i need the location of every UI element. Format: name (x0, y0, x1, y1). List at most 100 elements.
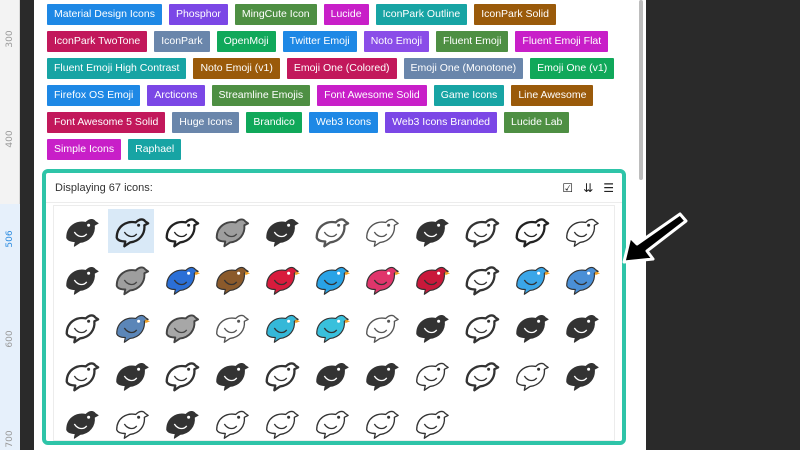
icon-set-tag[interactable]: Noto Emoji (363, 31, 430, 52)
bird-line-icon[interactable] (108, 401, 154, 440)
bird-blue-icon[interactable] (158, 257, 204, 301)
pink-bird-icon[interactable] (358, 257, 404, 301)
icon-set-tag[interactable]: Noto Emoji (v1) (193, 58, 280, 79)
icon-set-tag[interactable]: IconPark TwoTone (47, 31, 148, 52)
icon-grid (54, 206, 614, 440)
tag-row: Firefox OS Emoji Arcticons Streamline Emoj… (47, 85, 627, 106)
menu-icon[interactable]: ☰ (603, 181, 614, 195)
icon-set-tag[interactable]: Font Awesome Solid (317, 85, 427, 106)
bird-solid-icon[interactable] (258, 209, 304, 253)
bird-claw-icon[interactable] (558, 305, 604, 349)
birdcage-icon[interactable] (458, 305, 504, 349)
icon-set-tag[interactable]: Fluent Emoji Flat (515, 31, 609, 52)
collapse-icon[interactable]: ⇊ (583, 181, 593, 195)
icon-grid-container (53, 205, 615, 441)
bird-gray-icon[interactable] (108, 257, 154, 301)
select-all-icon[interactable]: ☑ (562, 181, 573, 195)
icon-set-tag[interactable]: IconPark Solid (474, 4, 556, 25)
icon-set-tag[interactable]: Huge Icons (172, 112, 240, 133)
icon-set-tag[interactable]: Raphael (128, 139, 182, 160)
twitter-icon[interactable] (558, 353, 604, 397)
bird-outline-icon[interactable] (508, 353, 554, 397)
icon-set-tag[interactable]: Font Awesome 5 Solid (47, 112, 166, 133)
bird-outline-icon[interactable] (458, 257, 504, 301)
tag-row: Fluent Emoji High Contrast Noto Emoji (v1… (47, 58, 627, 79)
tag-row: Material Design Icons Phosphor MingCute Ic… (47, 4, 627, 25)
icon-set-tag[interactable]: Brandico (246, 112, 302, 133)
bird-solid-icon[interactable] (408, 209, 454, 253)
icon-set-tag[interactable]: MingCute Icon (234, 4, 317, 25)
icon-set-tag[interactable]: Simple Icons (47, 139, 122, 160)
crow-icon[interactable] (58, 401, 104, 440)
bird-thin-icon[interactable] (358, 209, 404, 253)
icon-set-tag[interactable]: Game Icons (433, 85, 505, 106)
bird-icon[interactable] (58, 209, 104, 253)
icon-set-tag[interactable]: Firefox OS Emoji (47, 85, 141, 106)
bird-outline-icon[interactable] (558, 209, 604, 253)
blue-bird-icon[interactable] (558, 257, 604, 301)
sparrow-icon[interactable] (208, 257, 254, 301)
bird-outline-icon[interactable] (208, 401, 254, 440)
bird-outline-icon[interactable] (358, 305, 404, 349)
icon-set-tag[interactable]: Arcticons (147, 85, 205, 106)
icon-set-tag[interactable]: Web3 Icons (308, 112, 379, 133)
twitter-bird-icon[interactable] (508, 257, 554, 301)
crow-icon[interactable] (308, 353, 354, 397)
bird-claw-icon[interactable] (508, 305, 554, 349)
icon-set-tag[interactable]: OpenMoji (216, 31, 276, 52)
owl-icon[interactable] (108, 305, 154, 349)
bird-wing-icon[interactable] (208, 305, 254, 349)
teal-bird-icon[interactable] (258, 305, 304, 349)
icon-set-tag[interactable]: Streamline Emojis (211, 85, 311, 106)
cardinal-icon[interactable] (258, 257, 304, 301)
ruler-mark: 400 (5, 130, 15, 148)
bird-outline-icon[interactable] (458, 209, 504, 253)
results-count: Displaying 67 icons: (55, 181, 153, 194)
icon-set-tags: Material Design Icons Phosphor MingCute Ic… (47, 4, 627, 166)
red-bird-icon[interactable] (408, 257, 454, 301)
bird-twotone-icon[interactable] (208, 209, 254, 253)
blue-bird-icon[interactable] (308, 257, 354, 301)
bird-outline-icon[interactable] (58, 305, 104, 349)
bird-branch-icon[interactable] (258, 401, 304, 440)
kiwi-icon[interactable] (408, 305, 454, 349)
icon-set-tag[interactable]: Phosphor (168, 4, 228, 25)
eagle-icon[interactable] (158, 401, 204, 440)
bird-line-icon[interactable] (508, 209, 554, 253)
kiwi-outline-icon[interactable] (158, 353, 204, 397)
bird-outline-icon[interactable] (158, 209, 204, 253)
bird-circle-icon[interactable] (408, 401, 454, 440)
icon-set-tag[interactable]: Twitter Emoji (282, 31, 357, 52)
icon-set-tag[interactable]: Lucide (323, 4, 369, 25)
icon-set-tag[interactable]: Emoji One (Monotone) (403, 58, 524, 79)
teal-bird-icon[interactable] (308, 305, 354, 349)
scrollbar-thumb[interactable] (639, 0, 643, 180)
bird-gray-icon[interactable] (158, 305, 204, 349)
kiwi-icon[interactable] (208, 353, 254, 397)
parrot-icon[interactable] (408, 353, 454, 397)
ruler-mark: 300 (5, 30, 15, 48)
bird-head-icon[interactable] (58, 353, 104, 397)
icon-set-tag[interactable]: Web3 Icons Branded (385, 112, 498, 133)
bird-outline-icon[interactable] (258, 353, 304, 397)
birdhouse-icon[interactable] (458, 353, 504, 397)
ruler-mark: 600 (5, 330, 15, 348)
icon-set-tag[interactable]: Emoji One (Colored) (286, 58, 397, 79)
bird-outline-icon[interactable] (108, 209, 154, 253)
icon-set-tag[interactable]: Material Design Icons (47, 4, 162, 25)
icon-set-tag[interactable]: Lucide Lab (504, 112, 570, 133)
icon-set-tag[interactable]: IconPark (154, 31, 210, 52)
icon-set-tag[interactable]: Fluent Emoji (436, 31, 509, 52)
icon-set-tag[interactable]: IconPark Outline (375, 4, 468, 25)
crow-icon[interactable] (358, 353, 404, 397)
icon-set-tag[interactable]: Emoji One (v1) (530, 58, 615, 79)
icon-set-tag[interactable]: Line Awesome (511, 85, 594, 106)
vertical-ruler: 300 400 506 600 700 (0, 0, 20, 450)
bird-circle-icon[interactable] (308, 401, 354, 440)
bird-branch-icon[interactable] (358, 401, 404, 440)
kiwi-icon[interactable] (108, 353, 154, 397)
canvas-gap (20, 0, 34, 450)
bird-solid-icon[interactable] (58, 257, 104, 301)
bird-outline-icon[interactable] (308, 209, 354, 253)
icon-set-tag[interactable]: Fluent Emoji High Contrast (47, 58, 187, 79)
